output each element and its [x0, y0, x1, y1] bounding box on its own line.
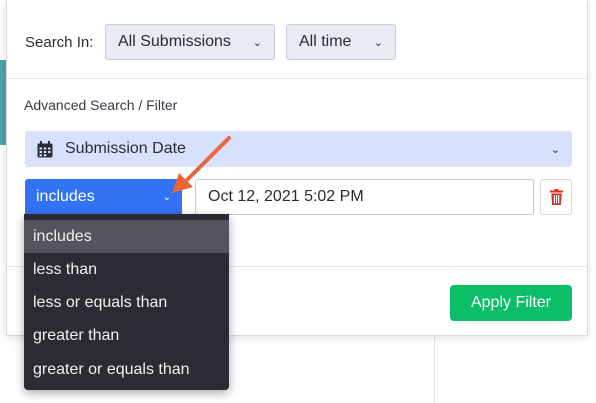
chevron-down-icon: ⌄	[252, 36, 262, 49]
advanced-search-title: Advanced Search / Filter	[24, 97, 178, 113]
time-select[interactable]: All time ⌄	[286, 24, 396, 60]
operator-select-value: includes	[36, 188, 95, 205]
scope-select-value: All Submissions	[118, 33, 231, 50]
operator-select[interactable]: includes ⌄	[25, 179, 182, 215]
calendar-icon	[37, 140, 53, 157]
chevron-down-icon: ⌄	[550, 143, 560, 156]
search-scope-row: Search In: All Submissions ⌄ All time ⌄	[7, 0, 587, 79]
menu-item-less-than[interactable]: less than	[24, 253, 229, 286]
menu-item-greater-or-equals[interactable]: greater or equals than	[24, 353, 229, 386]
date-value-input[interactable]	[195, 179, 534, 215]
time-select-value: All time	[299, 33, 352, 50]
menu-item-greater-than[interactable]: greater than	[24, 319, 229, 352]
trash-icon	[549, 189, 563, 205]
delete-condition-button[interactable]	[540, 179, 572, 215]
menu-item-includes[interactable]: includes	[24, 220, 229, 253]
operator-dropdown-menu: includes less than less or equals than g…	[24, 214, 229, 390]
menu-item-less-or-equals[interactable]: less or equals than	[24, 286, 229, 319]
apply-filter-button[interactable]: Apply Filter	[450, 285, 572, 321]
search-in-label: Search In:	[25, 34, 94, 51]
field-select[interactable]: Submission Date ⌄	[25, 131, 572, 167]
chevron-down-icon: ⌄	[162, 191, 171, 203]
chevron-down-icon: ⌄	[373, 36, 383, 49]
scope-select[interactable]: All Submissions ⌄	[105, 24, 275, 60]
field-select-value: Submission Date	[65, 140, 186, 157]
